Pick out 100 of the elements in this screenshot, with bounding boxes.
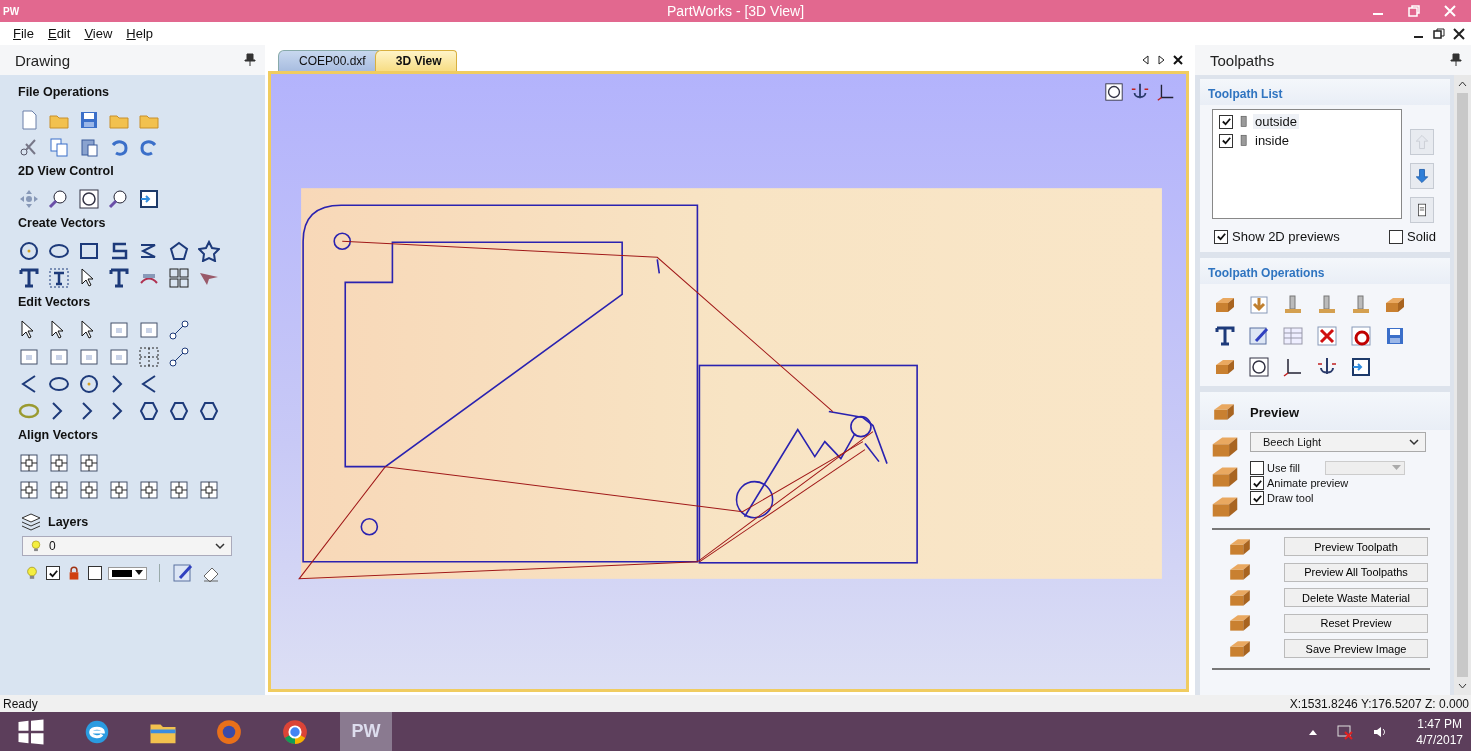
- copy-icon[interactable]: [48, 136, 70, 158]
- checkbox-label[interactable]: Draw tool: [1267, 492, 1314, 504]
- grid-icon[interactable]: [168, 267, 190, 289]
- align-icon[interactable]: [168, 479, 190, 501]
- layer-dropdown[interactable]: 0: [22, 536, 232, 556]
- checkbox[interactable]: [46, 566, 60, 580]
- hexagon-icon[interactable]: [168, 400, 190, 422]
- menu-item[interactable]: Edit: [40, 26, 78, 41]
- move-down-button[interactable]: [1410, 163, 1434, 189]
- pentagon-icon[interactable]: [168, 240, 190, 262]
- checkbox-label[interactable]: Show 2D previews: [1232, 229, 1340, 244]
- cutter-icon[interactable]: [1282, 294, 1304, 316]
- checkbox[interactable]: [1214, 229, 1228, 244]
- preview-button[interactable]: Delete Waste Material: [1284, 588, 1428, 608]
- offset-icon[interactable]: [78, 373, 100, 395]
- align-icon[interactable]: [48, 452, 70, 474]
- scale-icon[interactable]: [48, 346, 70, 368]
- checkbox-label[interactable]: Animate preview: [1267, 477, 1349, 489]
- hexagon-icon[interactable]: [198, 400, 220, 422]
- group-icon[interactable]: [108, 319, 130, 341]
- preview-button[interactable]: Save Preview Image: [1284, 639, 1428, 659]
- caret-right-icon[interactable]: [1157, 55, 1166, 65]
- checkbox[interactable]: [88, 566, 102, 580]
- preview-button[interactable]: Reset Preview: [1284, 613, 1428, 633]
- preview-button[interactable]: Preview Toolpath: [1284, 537, 1428, 557]
- checkbox[interactable]: [1389, 229, 1404, 244]
- restore-icon[interactable]: [1433, 27, 1445, 40]
- menu-item[interactable]: File: [6, 26, 41, 41]
- circle-icon[interactable]: [18, 240, 40, 262]
- ungroup-icon[interactable]: [138, 319, 160, 341]
- zoom-extents-icon[interactable]: [1104, 82, 1124, 102]
- pin-icon[interactable]: [1449, 53, 1463, 67]
- align-icon[interactable]: [78, 452, 100, 474]
- align-icon[interactable]: [18, 479, 40, 501]
- tool-bit-icon: [1237, 114, 1249, 129]
- clock-date[interactable]: 4/7/2017: [1416, 731, 1463, 748]
- hexagon-icon[interactable]: [138, 400, 160, 422]
- zoom-extents-icon[interactable]: [78, 188, 100, 210]
- cutter-icon[interactable]: [1316, 294, 1338, 316]
- network-error-icon[interactable]: [1336, 722, 1355, 741]
- panel-title: Toolpaths: [1210, 51, 1275, 69]
- move-icon[interactable]: [18, 346, 40, 368]
- tool-bit-icon: [1237, 133, 1249, 148]
- text-box-icon[interactable]: [48, 267, 70, 289]
- checkbox[interactable]: [1219, 133, 1233, 148]
- caret-left-icon[interactable]: [1141, 55, 1150, 65]
- close-icon[interactable]: [1453, 27, 1465, 40]
- color-dropdown[interactable]: [108, 566, 147, 580]
- align-icon[interactable]: [198, 479, 220, 501]
- timer-icon[interactable]: [1350, 325, 1372, 347]
- align-icon[interactable]: [138, 479, 160, 501]
- text-icon[interactable]: [1214, 325, 1236, 347]
- toolpath-item[interactable]: outside: [1253, 114, 1299, 129]
- align-icon[interactable]: [18, 452, 40, 474]
- align-icon[interactable]: [48, 479, 70, 501]
- checkbox[interactable]: [1250, 476, 1264, 490]
- list-settings-button[interactable]: [1410, 197, 1434, 223]
- checkbox[interactable]: [1250, 491, 1264, 505]
- layer-edit-icon[interactable]: [172, 562, 194, 584]
- arrow-up-icon: [1413, 133, 1431, 151]
- pin-icon[interactable]: [243, 53, 257, 67]
- cutter-icon[interactable]: [1350, 294, 1372, 316]
- preview-button[interactable]: Preview All Toolpaths: [1284, 562, 1428, 582]
- menu-item[interactable]: Help: [119, 26, 161, 41]
- nodes-icon[interactable]: [168, 346, 190, 368]
- section-title: Layers: [48, 515, 89, 529]
- measure-icon[interactable]: [168, 319, 190, 341]
- axes-icon[interactable]: [1282, 356, 1304, 378]
- document-tab[interactable]: 3D View: [374, 50, 457, 71]
- frame-icon[interactable]: [1248, 356, 1270, 378]
- rectangle-icon[interactable]: [78, 240, 100, 262]
- star-icon[interactable]: [198, 240, 220, 262]
- align-icon[interactable]: [108, 479, 130, 501]
- clock-time[interactable]: 1:47 PM: [1417, 715, 1462, 732]
- chevron-down-icon[interactable]: [1458, 683, 1467, 689]
- toolpath-item[interactable]: inside: [1253, 133, 1291, 148]
- paste-icon[interactable]: [78, 136, 100, 158]
- zoom-icon[interactable]: [108, 188, 130, 210]
- edit-icon[interactable]: [1248, 325, 1270, 347]
- close-icon[interactable]: [1173, 55, 1183, 65]
- material-dropdown[interactable]: Beech Light: [1250, 432, 1426, 452]
- align-icon[interactable]: [78, 479, 100, 501]
- mirror-icon[interactable]: [78, 346, 100, 368]
- caret-down-icon: [1392, 465, 1401, 471]
- text-icon[interactable]: [108, 267, 130, 289]
- text-icon[interactable]: [18, 267, 40, 289]
- delete-icon[interactable]: [1316, 325, 1338, 347]
- menu-item[interactable]: View: [77, 26, 120, 41]
- layers-icon[interactable]: [20, 511, 42, 533]
- checkbox-label[interactable]: Solid: [1407, 229, 1436, 244]
- axes-icon[interactable]: [1156, 82, 1176, 102]
- toolpath-list[interactable]: outside inside: [1212, 109, 1402, 219]
- mirror-icon[interactable]: [108, 346, 130, 368]
- zoom-icon[interactable]: [48, 188, 70, 210]
- chevron-up-icon[interactable]: [1458, 81, 1467, 87]
- checkbox[interactable]: [1219, 114, 1233, 129]
- array-icon[interactable]: [138, 346, 160, 368]
- fill-color-dropdown[interactable]: [1325, 461, 1405, 475]
- checkbox-label[interactable]: Use fill: [1267, 462, 1300, 474]
- checkbox[interactable]: [1250, 461, 1264, 475]
